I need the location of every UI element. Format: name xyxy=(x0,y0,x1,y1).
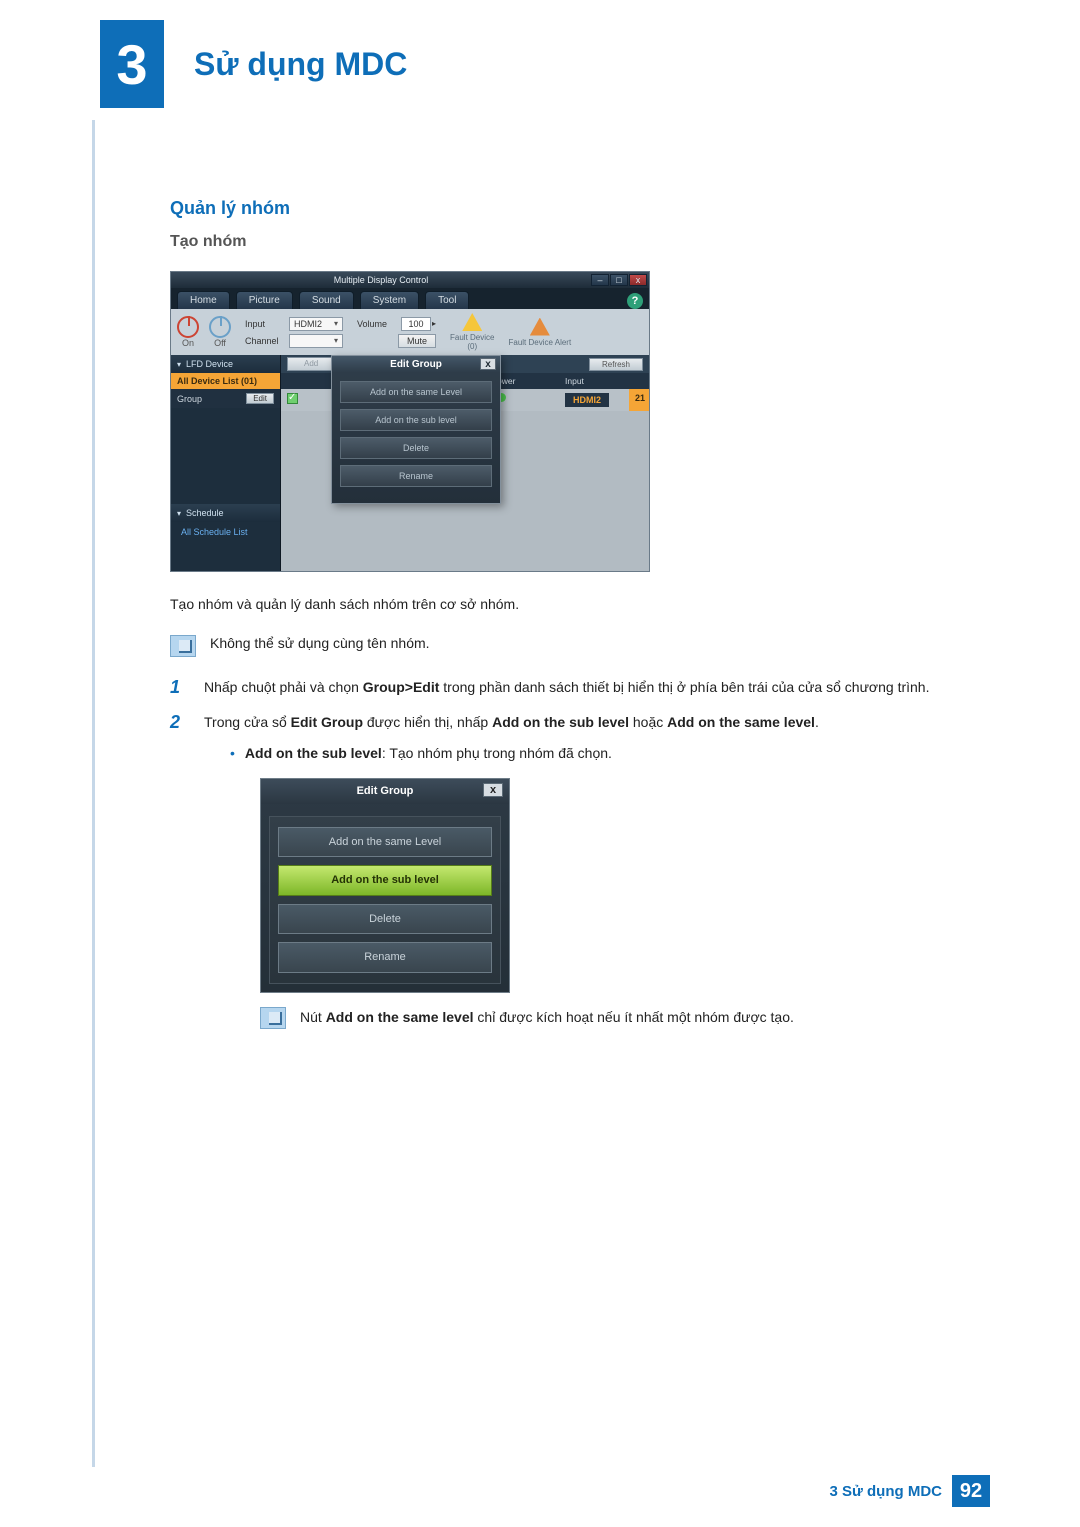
power-on-label: On xyxy=(182,338,194,348)
lfd-device-header[interactable]: ▾LFD Device xyxy=(171,355,280,373)
tab-sound[interactable]: Sound xyxy=(299,291,354,309)
note-text: Nút Add on the same level chỉ được kích … xyxy=(300,1007,794,1029)
bullet-item: Add on the sub level: Tạo nhóm phụ trong… xyxy=(230,743,990,764)
maximize-button[interactable]: □ xyxy=(610,274,628,286)
input-cell: HDMI2 xyxy=(565,393,609,407)
power-on-button[interactable]: On xyxy=(177,316,199,348)
right-panel: Add Refresh te ower Input xyxy=(281,355,649,571)
minimize-button[interactable]: – xyxy=(591,274,609,286)
edit-group-dialog: Edit Group x Add on the same Level Add o… xyxy=(260,778,510,993)
delete-button[interactable]: Delete xyxy=(340,437,492,459)
chapter-number: 3 xyxy=(100,20,164,108)
dialog-title: Edit Group x xyxy=(261,779,509,804)
edit-group-popup: Edit Group x Add on the same Level Add o… xyxy=(331,355,501,504)
volume-value[interactable]: 100 xyxy=(401,317,431,331)
dlg-delete-button[interactable]: Delete xyxy=(278,904,492,935)
checkbox-icon[interactable] xyxy=(287,393,298,404)
app-titlebar: Multiple Display Control – □ x xyxy=(171,272,649,288)
channel-dropdown[interactable] xyxy=(289,334,343,348)
toolbar: On Off Input HDMI2 Channel V xyxy=(171,309,649,355)
note: Không thể sử dụng cùng tên nhóm. xyxy=(170,635,970,657)
step-1: 1 Nhấp chuột phải và chọn Group>Edit tro… xyxy=(170,677,990,698)
subsection-heading: Tạo nhóm xyxy=(170,233,990,251)
channel-label: Channel xyxy=(245,336,285,346)
fault-device[interactable]: Fault Device (0) xyxy=(450,313,494,351)
input-label: Input xyxy=(245,319,285,329)
step-2: 2 Trong cửa sổ Edit Group được hiển thị,… xyxy=(170,712,990,1049)
popup-title: Edit Group x xyxy=(332,356,500,373)
add-button[interactable]: Add xyxy=(287,357,335,371)
tab-picture[interactable]: Picture xyxy=(236,291,293,309)
section-heading: Quản lý nhóm xyxy=(170,198,990,219)
body-text: Tạo nhóm và quản lý danh sách nhóm trên … xyxy=(170,594,970,615)
group-label: Group xyxy=(177,394,202,404)
step-number: 1 xyxy=(170,677,188,698)
tab-system[interactable]: System xyxy=(360,291,419,309)
add-sub-level-button[interactable]: Add on the sub level xyxy=(340,409,492,431)
power-off-label: Off xyxy=(214,338,226,348)
dlg-add-sub-level-button[interactable]: Add on the sub level xyxy=(278,865,492,896)
app-title: Multiple Display Control xyxy=(171,275,591,285)
add-same-level-button[interactable]: Add on the same Level xyxy=(340,381,492,403)
all-device-list[interactable]: All Device List (01) xyxy=(171,373,280,389)
footer: 3 Sử dụng MDC 92 xyxy=(0,1475,1080,1507)
warning-icon xyxy=(462,313,482,331)
dlg-add-same-level-button[interactable]: Add on the same Level xyxy=(278,827,492,858)
group-row: Group Edit xyxy=(171,389,280,408)
mute-button[interactable]: Mute xyxy=(398,334,436,348)
page-number: 92 xyxy=(952,1475,990,1507)
close-button[interactable]: x xyxy=(629,274,647,286)
popup-close-button[interactable]: x xyxy=(480,358,496,370)
dlg-rename-button[interactable]: Rename xyxy=(278,942,492,973)
footer-label: 3 Sử dụng MDC xyxy=(829,1483,942,1500)
note-text: Không thể sử dụng cùng tên nhóm. xyxy=(210,635,430,657)
chapter-title: Sử dụng MDC xyxy=(194,46,407,83)
volume-label: Volume xyxy=(357,319,397,329)
power-off-button[interactable]: Off xyxy=(209,316,231,348)
chapter-header: 3 Sử dụng MDC xyxy=(100,20,990,108)
note-icon xyxy=(170,635,196,657)
dialog-close-button[interactable]: x xyxy=(483,783,503,797)
refresh-button[interactable]: Refresh xyxy=(589,358,643,371)
input-dropdown[interactable]: HDMI2 xyxy=(289,317,343,331)
warning-icon xyxy=(530,318,550,336)
edit-button[interactable]: Edit xyxy=(246,393,274,404)
rename-button[interactable]: Rename xyxy=(340,465,492,487)
help-icon[interactable]: ? xyxy=(627,293,643,309)
tab-home[interactable]: Home xyxy=(177,291,230,309)
tab-tool[interactable]: Tool xyxy=(425,291,469,309)
all-schedule-list[interactable]: All Schedule List xyxy=(171,522,280,542)
left-panel: ▾LFD Device All Device List (01) Group E… xyxy=(171,355,281,571)
note: Nút Add on the same level chỉ được kích … xyxy=(260,1007,970,1029)
app-screenshot: Multiple Display Control – □ x Home Pict… xyxy=(170,271,650,572)
schedule-header[interactable]: ▾Schedule xyxy=(171,504,280,522)
note-icon xyxy=(260,1007,286,1029)
fault-device-alert[interactable]: Fault Device Alert xyxy=(508,318,571,347)
step-number: 2 xyxy=(170,712,188,1049)
